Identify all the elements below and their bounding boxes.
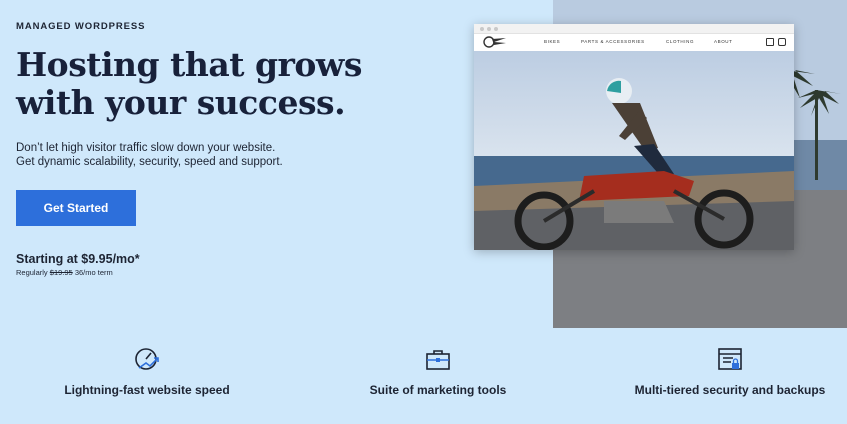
preview-nav-about[interactable]: ABOUT: [714, 39, 733, 44]
window-dot: [480, 26, 484, 31]
window-dot: [487, 26, 491, 31]
instagram-icon[interactable]: [778, 38, 786, 46]
feature-security-label: Multi-tiered security and backups: [634, 383, 826, 397]
subcopy-line-1: Don’t let high visitor traffic slow down…: [16, 142, 276, 154]
hero-eyebrow: MANAGED WORDPRESS: [16, 21, 146, 32]
price-regular: Regularly $19.95 36/mo term: [16, 268, 113, 277]
window-dot: [494, 26, 498, 31]
site-hero-photo: [474, 51, 794, 250]
secure-browser-icon: [718, 348, 742, 370]
preview-nav-bikes[interactable]: BIKES: [544, 39, 560, 44]
price-regular-prefix: Regularly: [16, 268, 48, 277]
feature-marketing: Suite of marketing tools: [318, 346, 558, 397]
subcopy-line-2: Get dynamic scalability, security, speed…: [16, 156, 283, 168]
hero-headline: Hosting that grows with your success.: [16, 45, 362, 122]
preview-site-logo-icon: [483, 36, 506, 48]
hero-subcopy: Don’t let high visitor traffic slow down…: [16, 141, 316, 169]
website-preview-window: BIKES PARTS & ACCESSORIES CLOTHING ABOUT: [474, 24, 794, 250]
price-main: Starting at $9.95/mo*: [16, 252, 140, 266]
feature-marketing-label: Suite of marketing tools: [369, 383, 507, 397]
preview-site-nav: BIKES PARTS & ACCESSORIES CLOTHING ABOUT: [474, 33, 794, 51]
price-term: 36/mo term: [74, 268, 113, 277]
get-started-button[interactable]: Get Started: [16, 190, 136, 226]
youtube-icon[interactable]: [766, 38, 774, 46]
speedometer-icon: [135, 348, 159, 370]
feature-security: Multi-tiered security and backups: [610, 346, 847, 397]
price-regular-value: $19.95: [49, 268, 73, 277]
feature-speed: Lightning-fast website speed: [27, 346, 267, 397]
preview-nav-clothing[interactable]: CLOTHING: [666, 39, 694, 44]
preview-nav-parts[interactable]: PARTS & ACCESSORIES: [581, 39, 645, 44]
briefcase-icon: [426, 350, 450, 370]
feature-speed-label: Lightning-fast website speed: [64, 383, 230, 397]
